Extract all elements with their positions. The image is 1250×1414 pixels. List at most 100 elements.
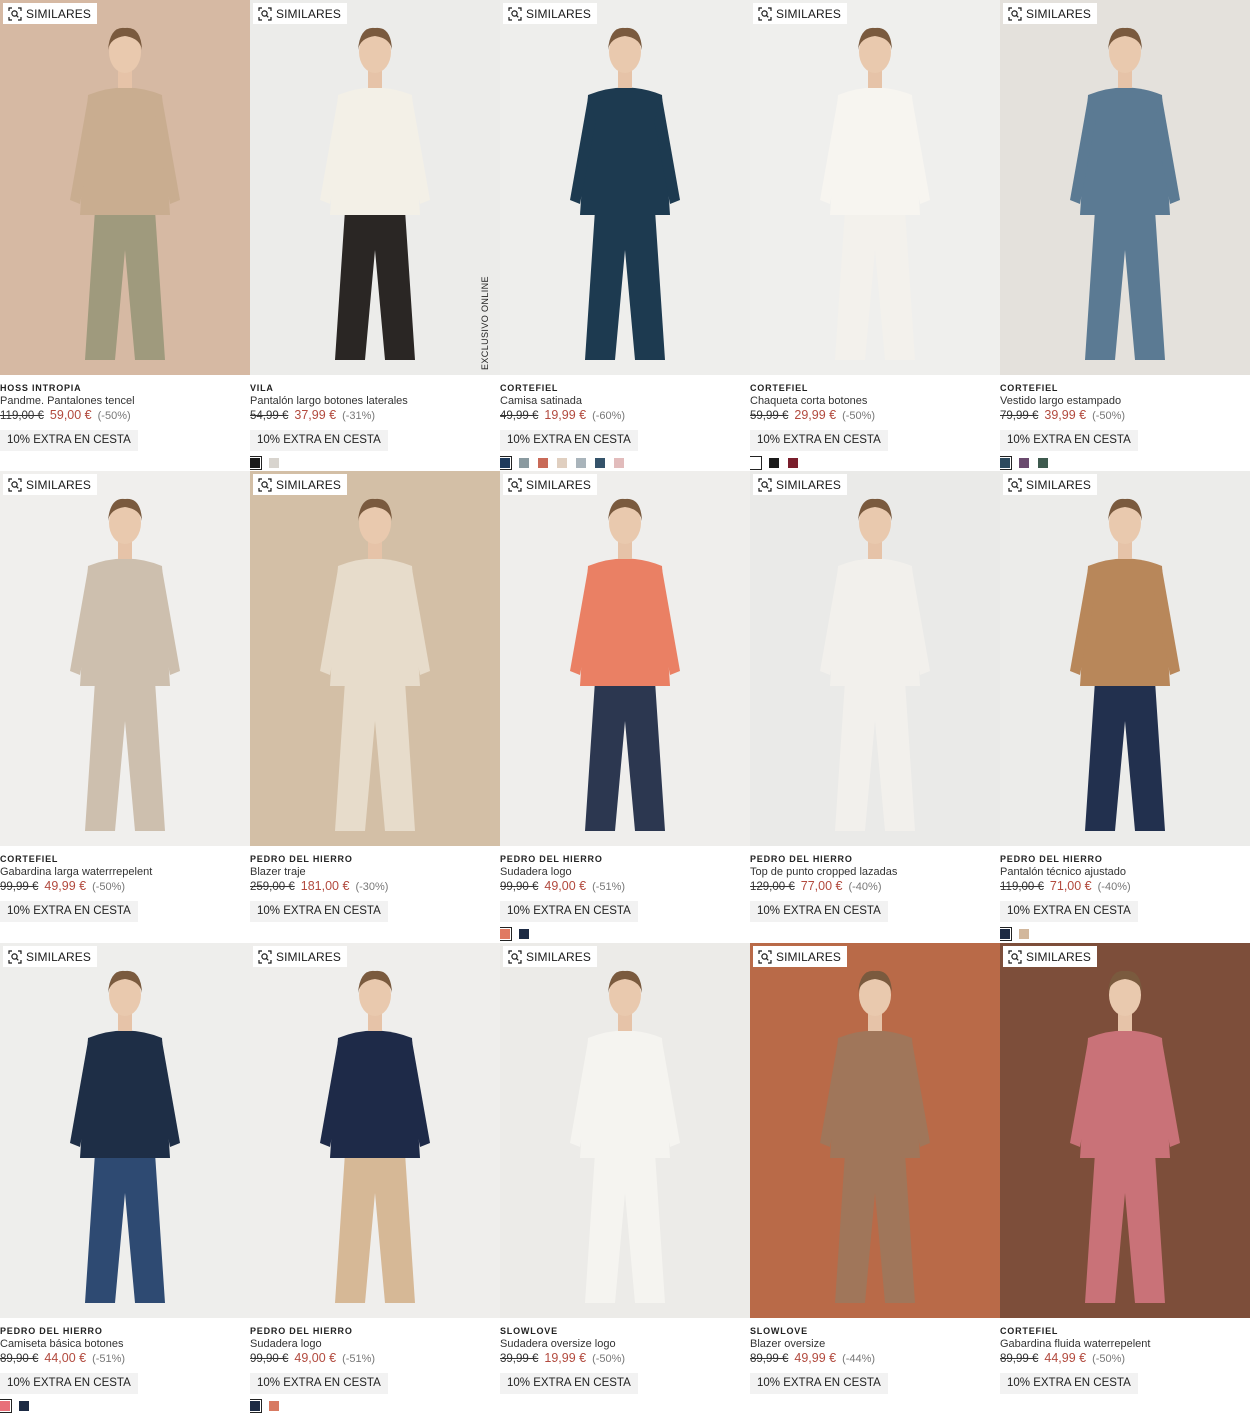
similar-button[interactable]: SIMILARES	[753, 3, 847, 24]
product-image[interactable]: SIMILARES	[1000, 471, 1250, 846]
original-price: 129,00 €	[750, 881, 795, 893]
product-image[interactable]: SIMILARES	[500, 943, 750, 1318]
product-card[interactable]: SIMILARES CORTEFIEL Chaqueta corta botones…	[750, 0, 1000, 471]
similar-button[interactable]: SIMILARES	[253, 946, 347, 967]
discount-badge: (-31%)	[342, 410, 376, 422]
color-swatch[interactable]	[500, 456, 512, 470]
product-image[interactable]: SIMILARES	[250, 471, 500, 846]
similar-button[interactable]: SIMILARES	[503, 3, 597, 24]
color-swatch[interactable]	[19, 1401, 29, 1411]
product-image[interactable]: SIMILARES	[250, 943, 500, 1318]
product-prices: 59,99 € 29,99 € (-50%)	[750, 408, 1000, 423]
product-name[interactable]: Camiseta básica botones	[0, 1337, 250, 1351]
product-card[interactable]: SIMILARES PEDRO DEL HIERRO Blazer traje 259…	[250, 471, 500, 942]
product-image[interactable]: SIMILARES	[750, 471, 1000, 846]
product-info: PEDRO DEL HIERRO Pantalón técnico ajustad…	[1000, 853, 1250, 941]
color-swatch[interactable]	[595, 458, 605, 468]
color-swatches	[250, 1399, 279, 1413]
color-swatch[interactable]	[1019, 929, 1029, 939]
product-card[interactable]: SIMILARES CORTEFIEL Camisa satinada 49,99 €…	[500, 0, 750, 471]
product-card[interactable]: SIMILARES HOSS INTROPIA Pandme. Pantalones…	[0, 0, 250, 471]
color-swatch[interactable]	[557, 458, 567, 468]
product-image[interactable]: SIMILARES	[500, 0, 750, 375]
color-swatches	[1000, 456, 1048, 470]
color-swatch[interactable]	[269, 458, 279, 468]
color-swatch[interactable]	[250, 1399, 262, 1413]
color-swatch[interactable]	[1000, 456, 1012, 470]
color-swatch[interactable]	[750, 456, 762, 470]
product-card[interactable]: SIMILARES CORTEFIEL Gabardina larga waterr…	[0, 471, 250, 942]
product-name[interactable]: Sudadera logo	[500, 865, 750, 879]
product-photo	[0, 0, 250, 375]
color-swatch[interactable]	[519, 458, 529, 468]
color-swatch[interactable]	[500, 927, 512, 941]
product-image[interactable]: SIMILARES	[0, 943, 250, 1318]
product-name[interactable]: Pantalón técnico ajustado	[1000, 865, 1250, 879]
product-name[interactable]: Vestido largo estampado	[1000, 394, 1250, 408]
product-card[interactable]: SIMILARES PEDRO DEL HIERRO Camiseta básica…	[0, 943, 250, 1414]
product-card[interactable]: SIMILARES PEDRO DEL HIERRO Sudadera logo 99…	[250, 943, 500, 1414]
product-name[interactable]: Blazer oversize	[750, 1337, 1000, 1351]
product-image[interactable]: SIMILARES	[250, 0, 500, 375]
product-card[interactable]: SIMILARES PEDRO DEL HIERRO Top de punto cr…	[750, 471, 1000, 942]
similar-button[interactable]: SIMILARES	[503, 474, 597, 495]
product-image[interactable]: SIMILARES	[750, 943, 1000, 1318]
product-card[interactable]: SIMILARES SLOWLOVE Sudadera oversize logo 3…	[500, 943, 750, 1414]
similar-search-icon	[8, 6, 22, 21]
product-name[interactable]: Sudadera oversize logo	[500, 1337, 750, 1351]
product-card[interactable]: SIMILARES CORTEFIEL Gabardina fluida water…	[1000, 943, 1250, 1414]
product-name[interactable]: Blazer traje	[250, 865, 500, 879]
product-name[interactable]: Chaqueta corta botones	[750, 394, 1000, 408]
color-swatch[interactable]	[1019, 458, 1029, 468]
similar-button[interactable]: SIMILARES	[753, 946, 847, 967]
color-swatch[interactable]	[1000, 927, 1012, 941]
color-swatch[interactable]	[0, 1399, 12, 1413]
color-swatch[interactable]	[250, 456, 262, 470]
similar-button[interactable]: SIMILARES	[503, 946, 597, 967]
product-image[interactable]: SIMILARES	[500, 471, 750, 846]
similar-button[interactable]: SIMILARES	[3, 474, 97, 495]
color-swatch[interactable]	[576, 458, 586, 468]
product-image[interactable]: SIMILARES	[0, 0, 250, 375]
product-photo	[250, 0, 500, 375]
similar-button[interactable]: SIMILARES	[3, 3, 97, 24]
similar-button[interactable]: SIMILARES	[1003, 3, 1097, 24]
similar-button[interactable]: SIMILARES	[1003, 474, 1097, 495]
color-swatch[interactable]	[538, 458, 548, 468]
color-swatch[interactable]	[614, 458, 624, 468]
similar-button[interactable]: SIMILARES	[253, 474, 347, 495]
product-card[interactable]: SIMILARES CORTEFIEL Vestido largo estampad…	[1000, 0, 1250, 471]
product-image[interactable]: SIMILARES	[1000, 943, 1250, 1318]
product-brand: SLOWLOVE	[750, 1326, 808, 1336]
original-price: 39,99 €	[500, 1353, 539, 1365]
similar-label: SIMILARES	[1026, 949, 1091, 964]
product-name[interactable]: Pandme. Pantalones tencel	[0, 394, 250, 408]
product-card[interactable]: SIMILARES SLOWLOVE Blazer oversize 89,99 € 4…	[750, 943, 1000, 1414]
product-image[interactable]: SIMILARES	[750, 0, 1000, 375]
color-swatch[interactable]	[788, 458, 798, 468]
product-info: PEDRO DEL HIERRO Camiseta básica botones 8…	[0, 1325, 250, 1413]
product-prices: 99,90 € 49,00 € (-51%)	[250, 1351, 500, 1366]
product-name[interactable]: Gabardina fluida waterrepelent	[1000, 1337, 1250, 1351]
product-name[interactable]: Camisa satinada	[500, 394, 750, 408]
product-prices: 259,00 € 181,00 € (-30%)	[250, 879, 500, 894]
product-name[interactable]: Top de punto cropped lazadas	[750, 865, 1000, 879]
color-swatch[interactable]	[1038, 458, 1048, 468]
color-swatch[interactable]	[769, 458, 779, 468]
product-card[interactable]: SIMILARES PEDRO DEL HIERRO Pantalón técnic…	[1000, 471, 1250, 942]
similar-button[interactable]: SIMILARES	[753, 474, 847, 495]
product-image[interactable]: SIMILARES	[1000, 0, 1250, 375]
product-card[interactable]: SIMILARES VILA Pantalón largo botones late…	[250, 0, 500, 471]
product-image[interactable]: SIMILARES	[0, 471, 250, 846]
product-photo	[500, 0, 750, 375]
similar-button[interactable]: SIMILARES	[3, 946, 97, 967]
similar-button[interactable]: SIMILARES	[1003, 946, 1097, 967]
product-name[interactable]: Sudadera logo	[250, 1337, 500, 1351]
color-swatch[interactable]	[269, 1401, 279, 1411]
product-card[interactable]: SIMILARES PEDRO DEL HIERRO Sudadera logo 99…	[500, 471, 750, 942]
product-name[interactable]: Pantalón largo botones laterales	[250, 394, 500, 408]
color-swatch[interactable]	[519, 929, 529, 939]
product-name[interactable]: Gabardina larga waterrrepelent	[0, 865, 250, 879]
similar-button[interactable]: SIMILARES	[253, 3, 347, 24]
product-photo	[250, 943, 500, 1318]
